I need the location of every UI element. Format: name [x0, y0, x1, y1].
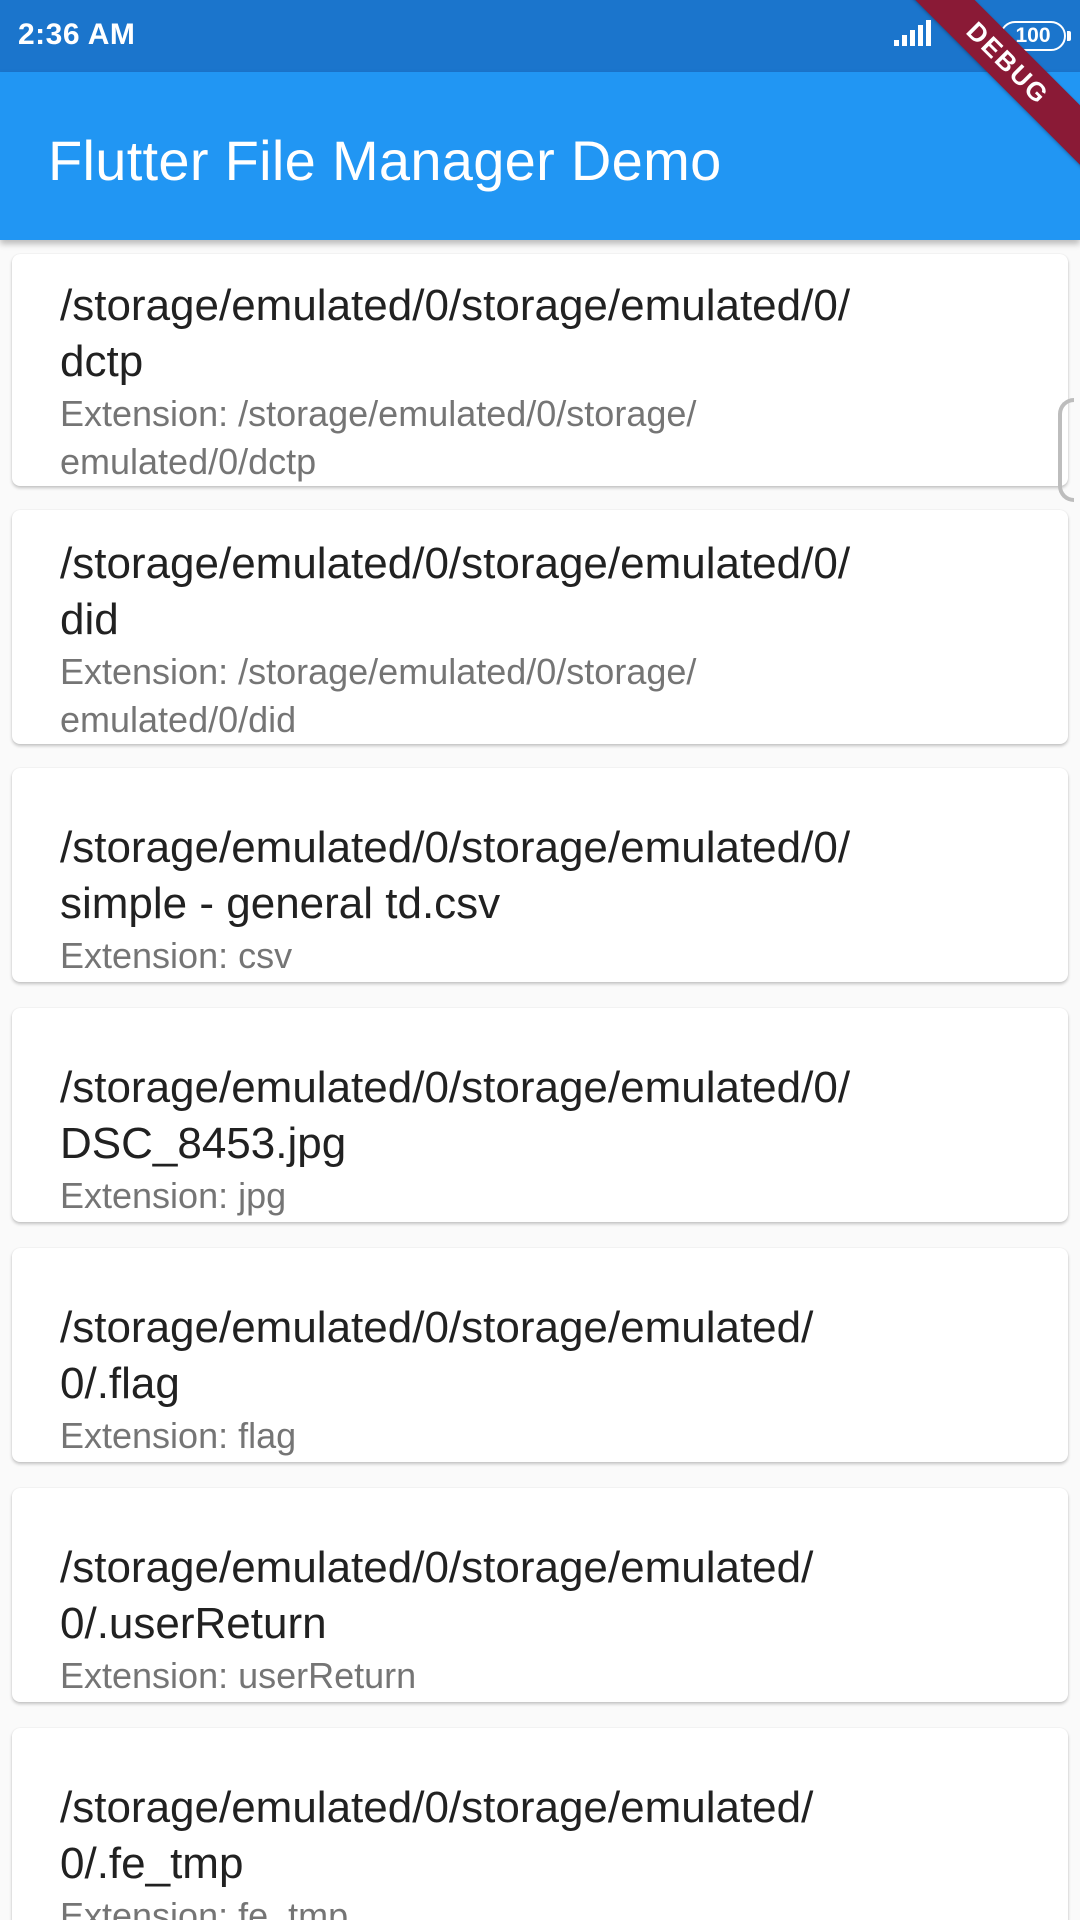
file-path-line: /storage/emulated/0/storage/emulated/: [60, 1543, 814, 1592]
file-path-line: 0/.flag: [60, 1359, 180, 1408]
file-extension-line: emulated/0/did: [60, 699, 297, 740]
file-extension: Extension: fe_tmp: [60, 1892, 1008, 1920]
file-card[interactable]: /storage/emulated/0/storage/emulated/0/ …: [12, 768, 1068, 982]
file-path: /storage/emulated/0/storage/emulated/ 0/…: [60, 1540, 1008, 1652]
wifi-icon: [946, 19, 986, 54]
status-icons: 100: [892, 19, 1071, 54]
file-extension-line: Extension: fe_tmp: [60, 1895, 349, 1920]
file-extension-line: Extension: jpg: [60, 1175, 287, 1216]
file-card[interactable]: /storage/emulated/0/storage/emulated/0/ …: [12, 510, 1068, 744]
file-extension-line: Extension: /storage/emulated/0/storage/: [60, 651, 697, 692]
file-path-line: 0/.fe_tmp: [60, 1839, 244, 1888]
app-bar: Flutter File Manager Demo: [0, 72, 1080, 240]
file-extension: Extension: csv: [60, 932, 1008, 980]
file-path: /storage/emulated/0/storage/emulated/0/ …: [60, 536, 1008, 648]
battery-icon: 100: [1000, 21, 1071, 51]
file-path-line: /storage/emulated/0/storage/emulated/0/: [60, 539, 851, 588]
file-extension-line: emulated/0/dctp: [60, 441, 317, 482]
file-card[interactable]: /storage/emulated/0/storage/emulated/ 0/…: [12, 1728, 1068, 1920]
file-list[interactable]: /storage/emulated/0/storage/emulated/0/ …: [0, 240, 1080, 1920]
file-path-line: dctp: [60, 337, 144, 386]
file-path-line: /storage/emulated/0/storage/emulated/0/: [60, 1063, 851, 1112]
file-extension: Extension: jpg: [60, 1172, 1008, 1220]
status-bar: 2:36 AM 100: [0, 0, 1080, 72]
file-extension: Extension: /storage/emulated/0/storage/ …: [60, 390, 1008, 486]
file-extension-line: Extension: csv: [60, 935, 293, 976]
file-path-line: /storage/emulated/0/storage/emulated/0/: [60, 281, 851, 330]
file-extension-line: Extension: userReturn: [60, 1655, 417, 1696]
battery-level: 100: [1015, 24, 1051, 47]
file-path: /storage/emulated/0/storage/emulated/0/ …: [60, 278, 1008, 390]
file-extension: Extension: /storage/emulated/0/storage/ …: [60, 648, 1008, 744]
file-path: /storage/emulated/0/storage/emulated/0/ …: [60, 820, 1008, 932]
file-path-line: /storage/emulated/0/storage/emulated/: [60, 1783, 814, 1832]
file-extension-line: Extension: /storage/emulated/0/storage/: [60, 393, 697, 434]
file-path-line: 0/.userReturn: [60, 1599, 327, 1648]
file-path-line: /storage/emulated/0/storage/emulated/: [60, 1303, 814, 1352]
file-path-line: did: [60, 595, 119, 644]
signal-icon: [892, 19, 932, 53]
file-card[interactable]: /storage/emulated/0/storage/emulated/ 0/…: [12, 1488, 1068, 1702]
file-path-line: simple - general td.csv: [60, 879, 501, 928]
file-card[interactable]: /storage/emulated/0/storage/emulated/0/ …: [12, 1008, 1068, 1222]
file-path: /storage/emulated/0/storage/emulated/ 0/…: [60, 1300, 1008, 1412]
file-extension: Extension: userReturn: [60, 1652, 1008, 1700]
file-card[interactable]: /storage/emulated/0/storage/emulated/0/ …: [12, 254, 1068, 486]
file-extension-line: Extension: flag: [60, 1415, 297, 1456]
status-time: 2:36 AM: [18, 18, 136, 51]
file-card[interactable]: /storage/emulated/0/storage/emulated/ 0/…: [12, 1248, 1068, 1462]
app-title: Flutter File Manager Demo: [48, 129, 722, 192]
file-extension: Extension: flag: [60, 1412, 1008, 1460]
scrollbar-thumb[interactable]: [1058, 398, 1074, 502]
file-path-line: /storage/emulated/0/storage/emulated/0/: [60, 823, 851, 872]
file-path-line: DSC_8453.jpg: [60, 1119, 347, 1168]
file-path: /storage/emulated/0/storage/emulated/ 0/…: [60, 1780, 1008, 1892]
file-path: /storage/emulated/0/storage/emulated/0/ …: [60, 1060, 1008, 1172]
